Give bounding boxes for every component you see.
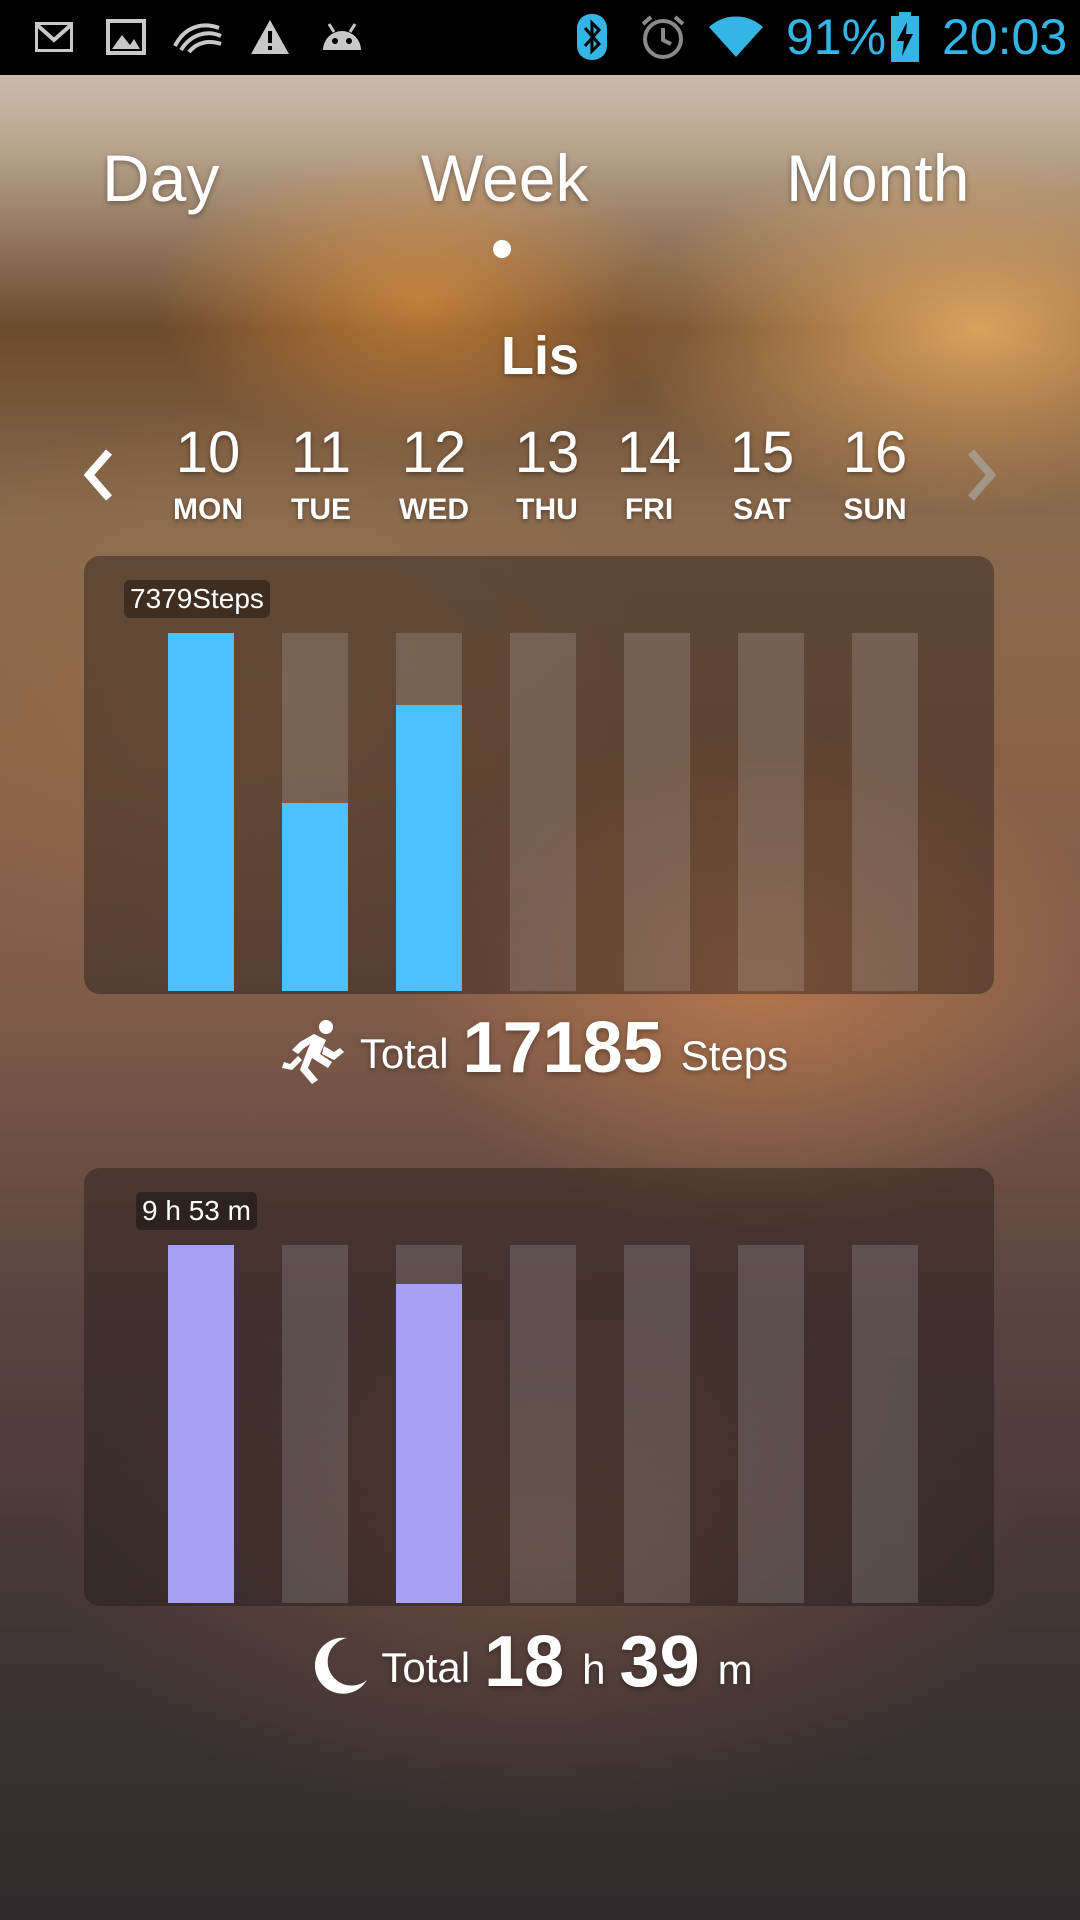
sleep-bar-fill bbox=[168, 1245, 234, 1603]
sleep-bar-wed[interactable] bbox=[396, 1245, 462, 1603]
day-name: MON bbox=[173, 493, 243, 526]
hours-unit: h bbox=[582, 1646, 606, 1693]
battery-charging-icon bbox=[890, 12, 920, 62]
steps-bar-fill bbox=[396, 705, 462, 991]
day-number: 15 bbox=[729, 420, 795, 485]
steps-bar-wed[interactable] bbox=[396, 633, 462, 991]
minutes-unit: m bbox=[717, 1646, 753, 1693]
steps-bar-tue[interactable] bbox=[282, 633, 348, 991]
steps-bar-fill bbox=[282, 803, 348, 991]
user-name: Lis bbox=[500, 326, 580, 386]
sleep-bar-sun[interactable] bbox=[852, 1245, 918, 1603]
steps-bar-thu[interactable] bbox=[510, 633, 576, 991]
day-name: WED bbox=[399, 493, 469, 526]
day-sun[interactable]: 16 SUN bbox=[820, 420, 930, 530]
moon-icon bbox=[315, 1637, 368, 1694]
steps-bar-sun[interactable] bbox=[852, 633, 918, 991]
tab-day[interactable]: Day bbox=[102, 140, 219, 216]
day-number: 14 bbox=[616, 420, 682, 485]
sleep-hours-value: 18 bbox=[484, 1622, 565, 1702]
day-wed[interactable]: 12 WED bbox=[379, 420, 489, 530]
day-sat[interactable]: 15 SAT bbox=[707, 420, 817, 530]
day-name: FRI bbox=[624, 493, 674, 526]
day-number: 11 bbox=[290, 420, 352, 485]
running-icon bbox=[281, 1020, 344, 1084]
chevron-left-icon bbox=[83, 449, 113, 501]
steps-bar-sat[interactable] bbox=[738, 633, 804, 991]
day-name: THU bbox=[516, 493, 578, 526]
steps-bar-fri[interactable] bbox=[624, 633, 690, 991]
sleep-total-label: Total bbox=[381, 1644, 471, 1691]
day-number: 13 bbox=[514, 420, 580, 485]
gallery-icon bbox=[106, 14, 146, 60]
wifi-icon bbox=[706, 14, 766, 60]
chevron-right-icon bbox=[967, 449, 997, 501]
android-icon bbox=[318, 14, 366, 60]
sleep-bar-mon[interactable] bbox=[168, 1245, 234, 1603]
steps-total-value: 17185 bbox=[462, 1008, 663, 1088]
sleep-total: Total 18 h 39 m bbox=[0, 1626, 1080, 1698]
tab-week[interactable]: Week bbox=[421, 140, 589, 216]
steps-bar-mon[interactable] bbox=[168, 633, 234, 991]
next-week-button[interactable] bbox=[957, 440, 1007, 510]
day-number: 10 bbox=[175, 420, 241, 485]
sleep-max-label: 9 h 53 m bbox=[136, 1192, 257, 1230]
day-thu[interactable]: 13 THU bbox=[492, 420, 602, 530]
bluetooth-icon bbox=[574, 14, 610, 60]
steps-unit: Steps bbox=[680, 1032, 789, 1079]
tab-month[interactable]: Month bbox=[786, 140, 969, 216]
status-bar: 91% 20:03 bbox=[0, 0, 1080, 75]
day-mon[interactable]: 10 MON bbox=[153, 420, 263, 530]
sleep-bar-tue[interactable] bbox=[282, 1245, 348, 1603]
day-name: SAT bbox=[733, 493, 791, 526]
day-number: 12 bbox=[401, 420, 467, 485]
day-number: 16 bbox=[842, 420, 908, 485]
sleep-bar-fill bbox=[396, 1284, 462, 1603]
clock: 20:03 bbox=[942, 9, 1068, 65]
warning-icon bbox=[248, 14, 292, 60]
steps-total: Total 17185 Steps bbox=[0, 1012, 1080, 1084]
steps-total-label: Total bbox=[359, 1030, 449, 1077]
swiftkey-icon bbox=[172, 14, 224, 60]
day-fri[interactable]: 14 FRI bbox=[594, 420, 704, 530]
day-name: SUN bbox=[843, 493, 907, 526]
steps-bar-fill bbox=[168, 633, 234, 991]
sleep-chart-card: 9 h 53 m bbox=[84, 1168, 994, 1606]
gmail-icon bbox=[34, 14, 74, 60]
battery-percentage: 91% bbox=[786, 9, 887, 65]
day-name: TUE bbox=[291, 493, 351, 526]
steps-chart-card: 7379Steps bbox=[84, 556, 994, 994]
sleep-bar-sat[interactable] bbox=[738, 1245, 804, 1603]
sleep-minutes-value: 39 bbox=[619, 1622, 700, 1702]
day-tue[interactable]: 11 TUE bbox=[266, 420, 376, 530]
steps-max-label: 7379Steps bbox=[124, 580, 270, 618]
alarm-icon bbox=[638, 14, 688, 60]
sleep-bar-thu[interactable] bbox=[510, 1245, 576, 1603]
active-tab-indicator bbox=[493, 240, 511, 258]
previous-week-button[interactable] bbox=[73, 440, 123, 510]
sleep-bar-fri[interactable] bbox=[624, 1245, 690, 1603]
